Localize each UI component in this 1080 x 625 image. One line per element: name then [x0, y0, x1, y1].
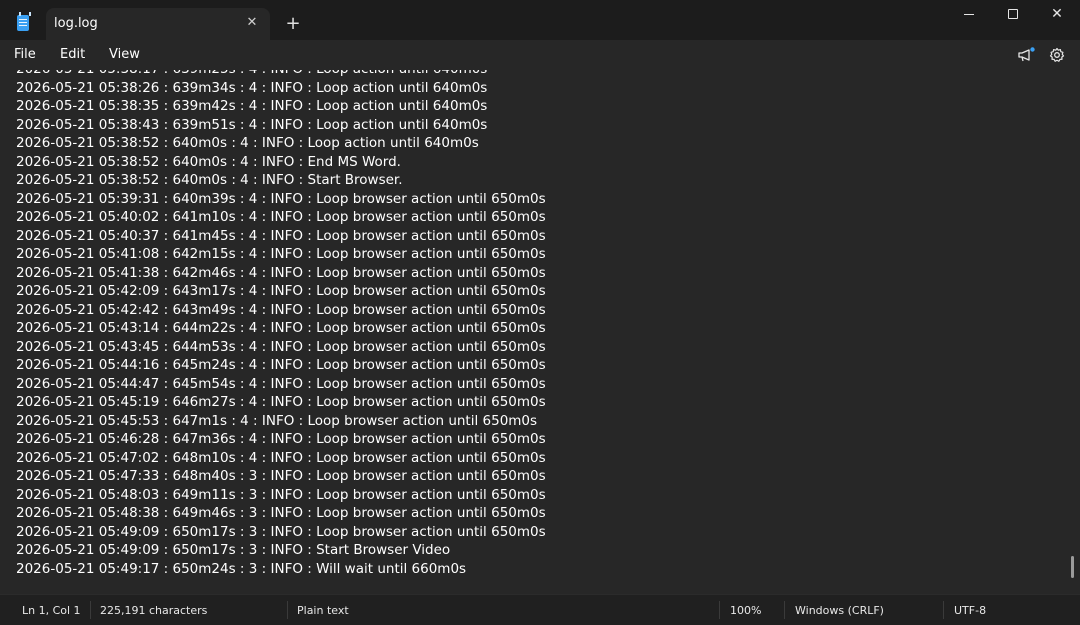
maximize-button[interactable]: [991, 2, 1035, 26]
cursor-position[interactable]: Ln 1, Col 1: [22, 604, 81, 617]
menu-file[interactable]: File: [14, 47, 36, 62]
log-line: 2026-05-21 05:41:08 : 642m15s : 4 : INFO…: [16, 246, 546, 262]
text-editor[interactable]: 2026-05-21 05:38:17 : 639m25s : 4 : INFO…: [0, 70, 1080, 594]
log-line: 2026-05-21 05:39:31 : 640m39s : 4 : INFO…: [16, 190, 546, 207]
text-format[interactable]: Plain text: [297, 604, 349, 617]
log-line: 2026-05-21 05:48:38 : 649m46s : 3 : INFO…: [16, 505, 546, 521]
log-line: 2026-05-21 05:47:33 : 648m40s : 3 : INFO…: [16, 468, 546, 484]
menu-bar: File Edit View: [0, 40, 1080, 70]
character-count: 225,191 characters: [100, 604, 208, 617]
megaphone-icon[interactable]: [1017, 47, 1035, 63]
log-line: 2026-05-21 05:43:45 : 644m53s : 4 : INFO…: [16, 338, 546, 355]
new-tab-button[interactable]: +: [282, 13, 304, 35]
status-bar: Ln 1, Col 1 225,191 characters Plain tex…: [0, 594, 1080, 625]
title-bar: log.log ✕ + ✕: [0, 0, 1080, 40]
log-line: 2026-05-21 05:41:38 : 642m46s : 4 : INFO…: [16, 264, 546, 281]
log-line: 2026-05-21 05:43:14 : 644m22s : 4 : INFO…: [16, 320, 546, 336]
menu-view[interactable]: View: [109, 47, 140, 62]
log-line: 2026-05-21 05:47:02 : 648m10s : 4 : INFO…: [16, 449, 546, 466]
status-divider: [287, 601, 288, 619]
line-ending[interactable]: Windows (CRLF): [795, 604, 884, 617]
log-line: 2026-05-21 05:42:09 : 643m17s : 4 : INFO…: [16, 283, 546, 299]
log-line: 2026-05-21 05:38:17 : 639m25s : 4 : INFO…: [16, 70, 1060, 79]
log-line: 2026-05-21 05:44:16 : 645m24s : 4 : INFO…: [16, 357, 546, 373]
notepad-icon: [17, 12, 31, 31]
encoding[interactable]: UTF-8: [954, 604, 986, 617]
status-divider: [90, 601, 91, 619]
tab-close-icon[interactable]: ✕: [242, 13, 262, 33]
log-line: 2026-05-21 05:45:19 : 646m27s : 4 : INFO…: [16, 394, 546, 410]
log-line: 2026-05-21 05:45:53 : 647m1s : 4 : INFO …: [16, 412, 538, 429]
log-line: 2026-05-21 05:40:02 : 641m10s : 4 : INFO…: [16, 209, 546, 225]
close-window-button[interactable]: ✕: [1035, 2, 1079, 26]
gear-icon[interactable]: [1049, 47, 1065, 63]
log-line: 2026-05-21 05:44:47 : 645m54s : 4 : INFO…: [16, 375, 546, 392]
log-line: 2026-05-21 05:48:03 : 649m11s : 3 : INFO…: [16, 486, 546, 503]
log-line: 2026-05-21 05:38:52 : 640m0s : 4 : INFO …: [16, 172, 403, 188]
tab-log[interactable]: log.log ✕: [46, 8, 270, 40]
minimize-button[interactable]: [948, 2, 992, 26]
log-line: 2026-05-21 05:38:26 : 639m34s : 4 : INFO…: [16, 79, 488, 96]
status-divider: [719, 601, 720, 619]
log-line: 2026-05-21 05:38:52 : 640m0s : 4 : INFO …: [16, 135, 479, 151]
log-line: 2026-05-21 05:49:17 : 650m24s : 3 : INFO…: [16, 560, 467, 577]
log-content: 2026-05-21 05:38:17 : 639m25s : 4 : INFO…: [16, 70, 1060, 578]
log-line: 2026-05-21 05:38:52 : 640m0s : 4 : INFO …: [16, 153, 401, 170]
log-line: 2026-05-21 05:40:37 : 641m45s : 4 : INFO…: [16, 227, 546, 244]
status-divider: [784, 601, 785, 619]
tab-title: log.log: [54, 16, 98, 31]
minimize-icon: [964, 14, 974, 15]
log-line: 2026-05-21 05:49:09 : 650m17s : 3 : INFO…: [16, 542, 451, 558]
vertical-scrollbar[interactable]: [1071, 556, 1074, 578]
log-line: 2026-05-21 05:49:09 : 650m17s : 3 : INFO…: [16, 523, 546, 540]
menu-edit[interactable]: Edit: [60, 47, 85, 62]
zoom-level[interactable]: 100%: [730, 604, 761, 617]
log-line: 2026-05-21 05:38:43 : 639m51s : 4 : INFO…: [16, 116, 488, 133]
maximize-icon: [1008, 9, 1018, 19]
log-line: 2026-05-21 05:38:35 : 639m42s : 4 : INFO…: [16, 98, 488, 114]
status-divider: [943, 601, 944, 619]
log-line: 2026-05-21 05:46:28 : 647m36s : 4 : INFO…: [16, 431, 546, 447]
log-line: 2026-05-21 05:42:42 : 643m49s : 4 : INFO…: [16, 301, 546, 318]
notepad-window: log.log ✕ + ✕ File Edit View 2026-05-21 …: [0, 0, 1080, 625]
